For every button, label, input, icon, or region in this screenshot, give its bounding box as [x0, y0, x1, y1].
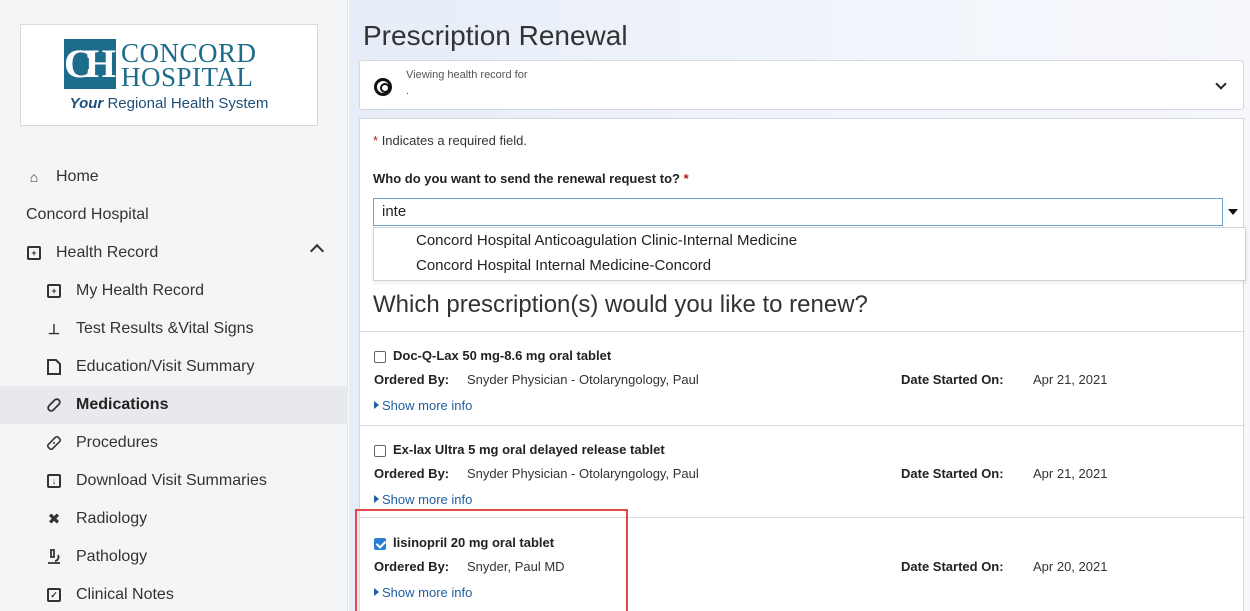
hospital-logo[interactable]: CH CONCORD HOSPITAL Your Regional Health… [20, 24, 318, 126]
health-record-selector[interactable]: Viewing health record for . [359, 60, 1244, 110]
medication-name: Ex-lax Ultra 5 mg oral delayed release t… [393, 442, 665, 457]
sidebar-nav: ⌂ Home Concord Hospital + Health Record … [0, 158, 348, 611]
sidebar-item-label: Download Visit Summaries [76, 472, 267, 489]
pill-icon [46, 397, 62, 413]
flask-icon: ⊥ [47, 320, 61, 337]
show-more-text: Show more info [382, 492, 473, 507]
sidebar-item-radiology[interactable]: ✖ Radiology [0, 500, 348, 538]
logo-tagline-rest: Regional Health System [107, 95, 269, 112]
sidebar-item-label: Clinical Notes [76, 586, 174, 603]
ordered-by-label: Ordered By: [374, 466, 450, 481]
logo-mark-icon: CH [64, 39, 116, 89]
microscope-icon [46, 549, 62, 565]
medication-checkbox[interactable] [374, 538, 386, 550]
sidebar-item-label: Test Results &Vital Signs [76, 320, 254, 337]
required-asterisk: * [373, 133, 379, 148]
required-asterisk: * [683, 171, 689, 186]
sidebar-item-home[interactable]: ⌂ Home [0, 158, 348, 196]
caret-right-icon [374, 495, 379, 503]
chevron-down-icon[interactable] [1215, 78, 1227, 90]
sidebar-item-procedures[interactable]: Procedures [0, 424, 348, 462]
recipient-label: Who do you want to send the renewal requ… [373, 171, 689, 186]
sidebar-item-medications[interactable]: Medications [0, 386, 348, 424]
sidebar-item-education-visit-summary[interactable]: Education/Visit Summary [0, 348, 348, 386]
divider [360, 517, 1245, 518]
show-more-info-link[interactable]: Show more info [374, 585, 472, 600]
viewing-label: Viewing health record for [406, 69, 528, 81]
show-more-info-link[interactable]: Show more info [374, 492, 472, 507]
renewal-form: * Indicates a required field. Who do you… [359, 118, 1246, 611]
viewing-name: . [406, 85, 410, 97]
date-started-value: Apr 21, 2021 [1033, 372, 1108, 387]
medication-item: Doc-Q-Lax 50 mg-8.6 mg oral tablet Order… [360, 332, 1245, 423]
logo-tagline-emphasis: Your [69, 95, 104, 112]
recipient-search-input[interactable]: inte [373, 198, 1223, 226]
dropdown-arrow-icon[interactable] [1228, 209, 1238, 215]
logo-line-2: HOSPITAL [121, 62, 254, 92]
caret-right-icon [374, 401, 379, 409]
sidebar-item-health-record[interactable]: + Health Record [0, 234, 348, 272]
show-more-text: Show more info [382, 398, 473, 413]
bandage-icon [46, 435, 62, 451]
required-note-text: Indicates a required field. [381, 133, 527, 148]
medication-item: Ex-lax Ultra 5 mg oral delayed release t… [360, 426, 1245, 517]
required-field-note: * Indicates a required field. [373, 133, 527, 148]
sidebar-item-organization[interactable]: Concord Hospital [0, 196, 348, 234]
ordered-by-value: Snyder Physician - Otolaryngology, Paul [467, 372, 699, 387]
medication-name: lisinopril 20 mg oral tablet [393, 535, 555, 550]
sidebar-item-my-health-record[interactable]: + My Health Record [0, 272, 348, 310]
medication-item: lisinopril 20 mg oral tablet Ordered By:… [360, 519, 1245, 610]
medication-checkbox[interactable] [374, 351, 386, 363]
date-started-value: Apr 20, 2021 [1033, 559, 1108, 574]
sidebar-item-pathology[interactable]: Pathology [0, 538, 348, 576]
sidebar-item-test-results[interactable]: ⊥ Test Results &Vital Signs [0, 310, 348, 348]
chevron-up-icon[interactable] [309, 243, 325, 259]
ordered-by-label: Ordered By: [374, 559, 450, 574]
sidebar-item-clinical-notes[interactable]: ✓ Clinical Notes [0, 576, 348, 611]
recipient-options-list: Concord Hospital Anticoagulation Clinic-… [373, 227, 1246, 281]
page-title: Prescription Renewal [363, 20, 628, 51]
document-icon [46, 359, 62, 375]
sidebar-item-label: Medications [76, 396, 169, 413]
record-icon: + [26, 245, 42, 261]
show-more-text: Show more info [382, 585, 473, 600]
medication-name: Doc-Q-Lax 50 mg-8.6 mg oral tablet [393, 348, 612, 363]
home-icon: ⌂ [29, 169, 39, 185]
download-icon: ↓ [46, 473, 62, 489]
main-content: Prescription Renewal Viewing health reco… [349, 0, 1250, 611]
logo-tagline: Your Regional Health System [21, 95, 317, 112]
sidebar-item-label: Education/Visit Summary [76, 358, 255, 375]
sidebar: CH CONCORD HOSPITAL Your Regional Health… [0, 0, 348, 611]
caret-right-icon [374, 588, 379, 596]
show-more-info-link[interactable]: Show more info [374, 398, 472, 413]
ordered-by-value: Snyder, Paul MD [467, 559, 565, 574]
ordered-by-label: Ordered By: [374, 372, 450, 387]
date-started-label: Date Started On: [901, 559, 1004, 574]
date-started-value: Apr 21, 2021 [1033, 466, 1108, 481]
sidebar-item-label: Concord Hospital [26, 206, 149, 223]
sidebar-item-label: Procedures [76, 434, 158, 451]
prescription-section-title: Which prescription(s) would you like to … [373, 291, 868, 318]
record-icon: + [46, 283, 62, 299]
date-started-label: Date Started On: [901, 372, 1004, 387]
medication-checkbox[interactable] [374, 445, 386, 457]
recipient-option[interactable]: Concord Hospital Internal Medicine-Conco… [416, 257, 711, 274]
ordered-by-value: Snyder Physician - Otolaryngology, Paul [467, 466, 699, 481]
sidebar-item-label: Health Record [56, 244, 159, 261]
user-circle-icon [374, 78, 392, 96]
sidebar-item-label: Home [56, 168, 99, 185]
date-started-label: Date Started On: [901, 466, 1004, 481]
notes-icon: ✓ [46, 587, 62, 603]
sidebar-item-label: Radiology [76, 510, 148, 527]
recipient-option[interactable]: Concord Hospital Anticoagulation Clinic-… [416, 232, 797, 249]
recipient-label-text: Who do you want to send the renewal requ… [373, 171, 680, 186]
sidebar-item-label: Pathology [76, 548, 148, 565]
radiology-icon: ✖ [47, 511, 61, 528]
sidebar-item-label: My Health Record [76, 282, 205, 299]
sidebar-item-download-visit-summaries[interactable]: ↓ Download Visit Summaries [0, 462, 348, 500]
